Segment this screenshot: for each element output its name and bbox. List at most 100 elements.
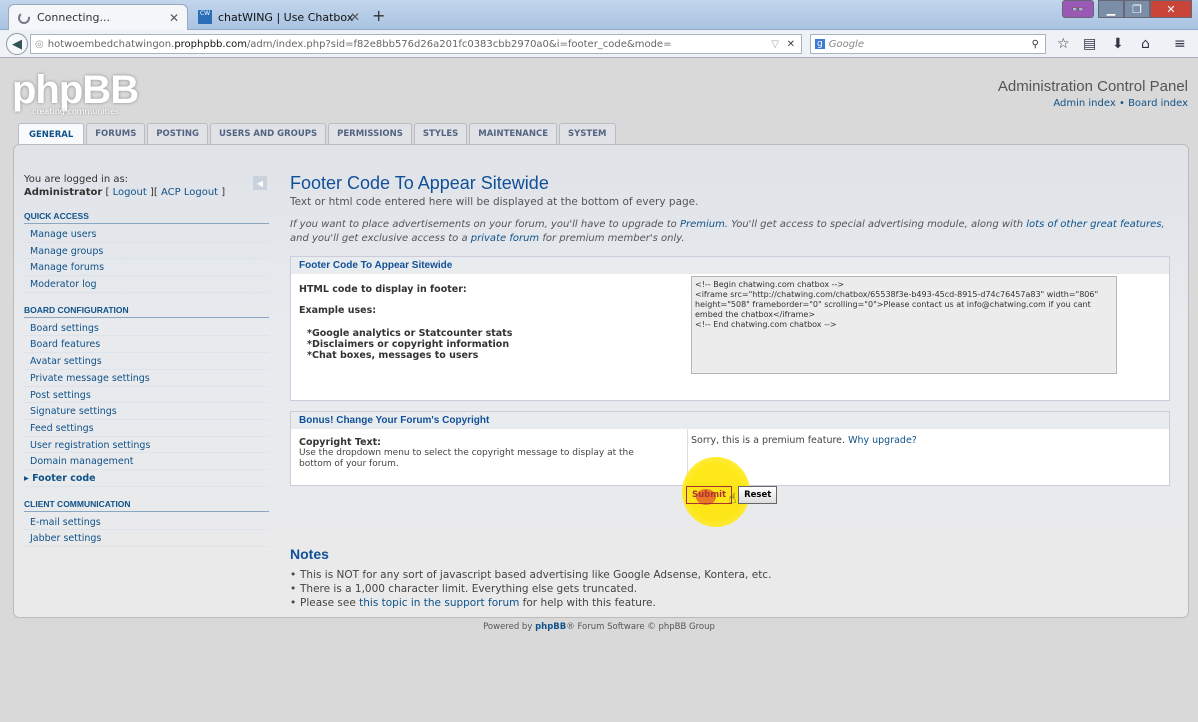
tab-general[interactable]: GENERAL [18, 123, 85, 146]
tab-forums[interactable]: FORUMS [86, 123, 146, 146]
premium-link[interactable]: Premium [680, 219, 725, 230]
url-path: /adm/index.php?sid=f82e8bb576d26a201fc03… [246, 38, 672, 50]
admin-index-link[interactable]: Admin index [1053, 98, 1115, 109]
note-item: This is NOT for any sort of javascript b… [290, 568, 1170, 582]
sidebar-item-manage-users[interactable]: Manage users [24, 226, 269, 243]
tab-chatwing[interactable]: CW chatWING | Use Chatbox ✕ [190, 4, 368, 30]
tab-styles[interactable]: STYLES [413, 123, 468, 146]
footer-code-textarea[interactable]: <!-- Begin chatwing.com chatbox --> <ifr… [691, 276, 1117, 374]
tab-maintenance[interactable]: MAINTENANCE [469, 123, 558, 146]
tab-posting[interactable]: POSTING [147, 123, 208, 146]
page-content: phpBB creating communities Administratio… [0, 58, 1198, 722]
fieldset-body: HTML code to display in footer: Example … [291, 274, 1169, 400]
page-footer: Powered by phpBB® Forum Software © phpBB… [0, 622, 1198, 632]
why-upgrade-link[interactable]: Why upgrade? [848, 435, 917, 446]
footer-code-labels: HTML code to display in footer: Example … [299, 284, 512, 361]
copyright-labels: Copyright Text: Use the dropdown menu to… [299, 437, 669, 470]
section-heading: Footer Code To Appear Sitewide [290, 173, 549, 193]
bookmark-star-icon[interactable]: ☆ [1057, 36, 1070, 52]
html-code-label: HTML code to display in footer: [299, 284, 467, 295]
bullet-icon: ▸ [24, 472, 33, 484]
reset-button[interactable]: Reset [738, 486, 778, 504]
browser-titlebar: Connecting... ✕ CW chatWING | Use Chatbo… [0, 0, 1198, 30]
download-icon[interactable]: ⬇ [1112, 36, 1124, 52]
login-info: You are logged in as: Administrator [ Lo… [24, 173, 269, 199]
stop-icon[interactable]: ✕ [787, 39, 795, 50]
logged-in-label: You are logged in as: [24, 174, 129, 185]
sidebar-item-domain-management[interactable]: Domain management [24, 453, 269, 470]
support-topic-link[interactable]: this topic in the support forum [359, 597, 519, 609]
features-link[interactable]: lots of other great features [1026, 219, 1161, 230]
page-title: Administration Control Panel [997, 78, 1188, 95]
url-bar[interactable]: ◎ hotwoembedchatwingon. prophpbb.com/adm/… [30, 34, 802, 54]
sidebar-item-private-message-settings[interactable]: Private message settings [24, 370, 269, 387]
login-line: Administrator [ Logout ][ ACP Logout ] [24, 187, 226, 198]
sidebar-item-post-settings[interactable]: Post settings [24, 387, 269, 404]
close-tab-icon[interactable]: ✕ [350, 10, 360, 24]
sidebar-section-quick-access: QUICK ACCESS Manage users Manage groups … [24, 211, 269, 293]
footer-code-fieldset: Footer Code To Appear Sitewide HTML code… [290, 256, 1170, 401]
logout-link[interactable]: Logout [113, 187, 147, 198]
sidebar-item-label: Footer code [32, 472, 96, 484]
section-title: BOARD CONFIGURATION [24, 305, 269, 318]
restore-icon[interactable]: ❐ [1124, 0, 1150, 18]
sidebar-item-board-settings[interactable]: Board settings [24, 320, 269, 337]
tab-system[interactable]: SYSTEM [559, 123, 616, 146]
board-index-link[interactable]: Board index [1128, 98, 1188, 109]
menu-icon[interactable]: ≡ [1174, 36, 1186, 52]
sidebar-item-user-registration-settings[interactable]: User registration settings [24, 437, 269, 454]
minimize-icon[interactable]: ▁ [1098, 0, 1124, 18]
search-bar[interactable]: g Google ⚲ [810, 34, 1046, 54]
loading-icon [18, 11, 30, 24]
google-icon: g [815, 39, 825, 49]
sidebar-item-jabber-settings[interactable]: Jabber settings [24, 530, 269, 547]
sidebar-item-manage-forums[interactable]: Manage forums [24, 259, 269, 277]
search-icon[interactable]: ⚲ [1032, 39, 1039, 50]
sidebar-section-client-communication: CLIENT COMMUNICATION E-mail settings Jab… [24, 499, 269, 547]
bookmarks-list-icon[interactable]: ▤ [1083, 36, 1096, 52]
dropdown-arrow-icon[interactable]: ▽ [771, 39, 779, 50]
sidebar-item-avatar-settings[interactable]: Avatar settings [24, 353, 269, 370]
sidebar-item-board-features[interactable]: Board features [24, 336, 269, 354]
tab-users-and-groups[interactable]: USERS AND GROUPS [209, 123, 327, 146]
main-tabs: GENERAL FORUMS POSTING USERS AND GROUPS … [18, 123, 616, 146]
copyright-label: Copyright Text: [299, 437, 381, 448]
sidebar: You are logged in as: Administrator [ Lo… [24, 145, 269, 547]
mouse-cursor-icon: ☝ [728, 491, 737, 507]
sidebar-item-manage-groups[interactable]: Manage groups [24, 243, 269, 260]
copyright-desc: Use the dropdown menu to select the copy… [299, 448, 634, 469]
sidebar-item-footer-code[interactable]: ▸ Footer code [24, 470, 269, 487]
sidebar-item-email-settings[interactable]: E-mail settings [24, 514, 269, 531]
tab-permissions[interactable]: PERMISSIONS [328, 123, 412, 146]
header-links: Admin index • Board index [1053, 98, 1188, 109]
acp-logout-link[interactable]: ACP Logout [161, 187, 218, 198]
close-tab-icon[interactable]: ✕ [169, 11, 179, 25]
section-title: CLIENT COMMUNICATION [24, 499, 269, 512]
private-browsing-icon: 👓 [1062, 0, 1094, 18]
url-domain: prophpbb.com [174, 38, 247, 50]
tab-connecting[interactable]: Connecting... ✕ [8, 4, 188, 30]
note-item: Please see this topic in the support for… [290, 596, 1170, 610]
sidebar-item-feed-settings[interactable]: Feed settings [24, 420, 269, 437]
examples-list: *Google analytics or Statcounter stats *… [299, 328, 512, 361]
phpbb-logo[interactable]: phpBB creating communities [12, 68, 142, 120]
private-forum-link[interactable]: private forum [471, 233, 539, 244]
premium-text: If you want to place advertisements on y… [290, 219, 680, 230]
sidebar-item-signature-settings[interactable]: Signature settings [24, 403, 269, 420]
note-text: for help with this feature. [519, 597, 656, 609]
fieldset-legend: Bonus! Change Your Forum's Copyright [291, 412, 1169, 429]
premium-notice: If you want to place advertisements on y… [290, 218, 1170, 246]
new-tab-icon[interactable]: + [372, 6, 385, 25]
premium-text: . You'll get access to special advertisi… [724, 219, 1027, 230]
back-arrow-icon[interactable]: ◀ [6, 33, 28, 55]
submit-button[interactable]: Submit [686, 486, 733, 504]
notes-list: This is NOT for any sort of javascript b… [290, 568, 1170, 610]
close-window-icon[interactable]: ✕ [1150, 0, 1192, 18]
collapse-sidebar-icon[interactable]: ◀ [253, 176, 267, 190]
tab-label: chatWING | Use Chatbox [218, 10, 354, 24]
window-controls: 👓 ▁ ❐ ✕ [1062, 0, 1192, 18]
home-icon[interactable]: ⌂ [1141, 36, 1150, 52]
phpbb-link[interactable]: phpBB [535, 622, 566, 632]
search-placeholder: Google [828, 38, 864, 50]
sidebar-item-moderator-log[interactable]: Moderator log [24, 276, 269, 293]
